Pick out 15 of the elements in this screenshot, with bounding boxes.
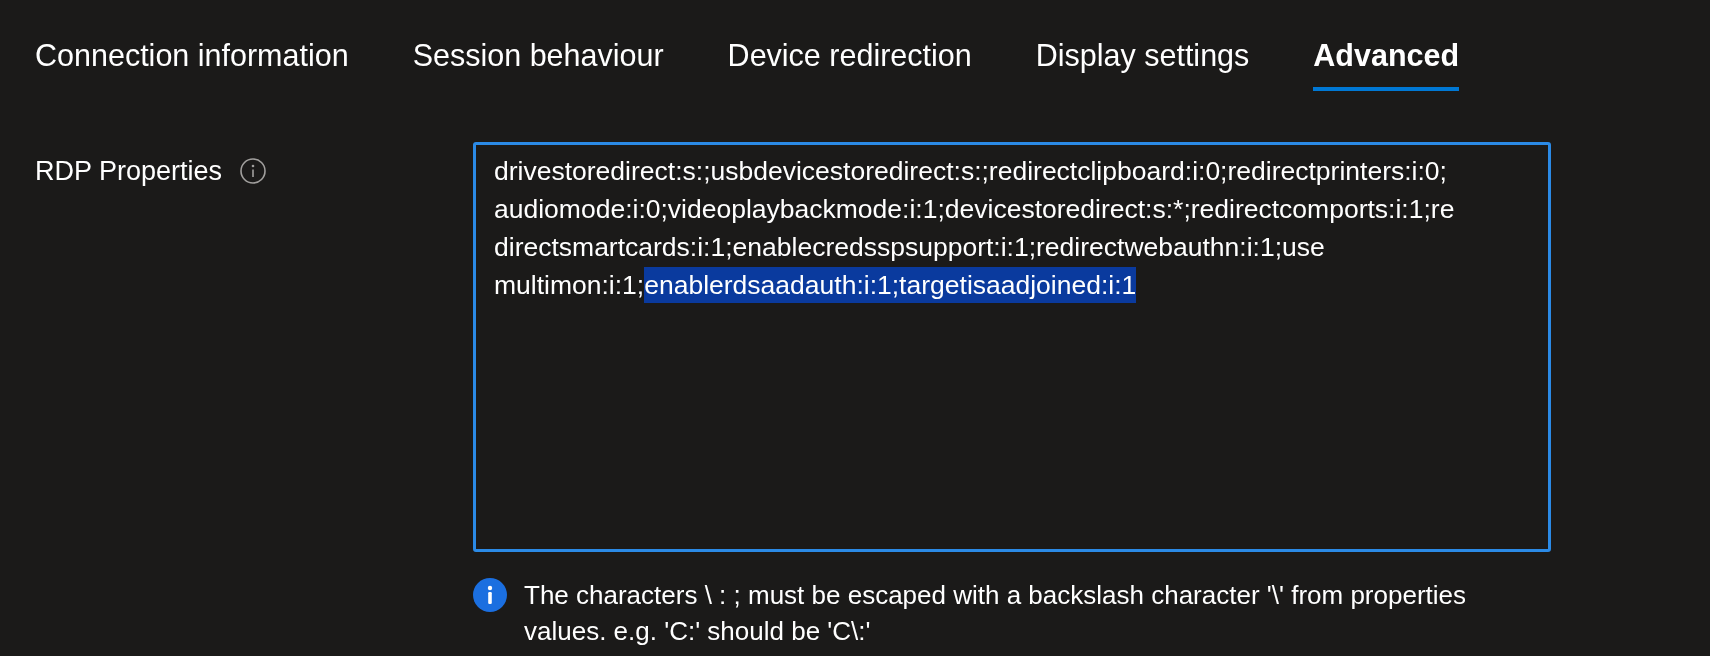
info-icon [473,578,507,612]
field-text: audiomode:i:0;videoplaybackmode:i:1;devicestoredirect:s:*;redirectcomports:i:1;re [494,193,1455,226]
rdp-properties-field[interactable] [473,142,1551,552]
field-text: directsmartcards:i:1;enablecredsspsupport:i:1;redirectwebauthn:i:1;use [494,231,1325,264]
tab[interactable]: Advanced [1313,36,1460,91]
tab[interactable]: Session behaviour [412,36,664,91]
tab[interactable]: Connection information [35,36,349,91]
selected-text: enablerdsaadauth:i:1;targetisaadjoined:i:1 [644,267,1137,303]
field-text: drivestoredirect:s:;usbdevicestoredirect:s:;redirectclipboard:i:0;redirectprinters:i:0; [494,155,1447,188]
help-text: The characters \ : ; must be escaped with a backslash character '\' from properties values. e.g. 'C:' should be 'C\:' [524,579,1467,648]
field-label: RDP Properties [35,155,223,187]
tab[interactable]: Device redirection [727,36,972,91]
info-icon[interactable] [240,158,267,184]
field-text: multimon:i:1; [494,269,645,302]
tab[interactable]: Display settings [1035,36,1250,91]
